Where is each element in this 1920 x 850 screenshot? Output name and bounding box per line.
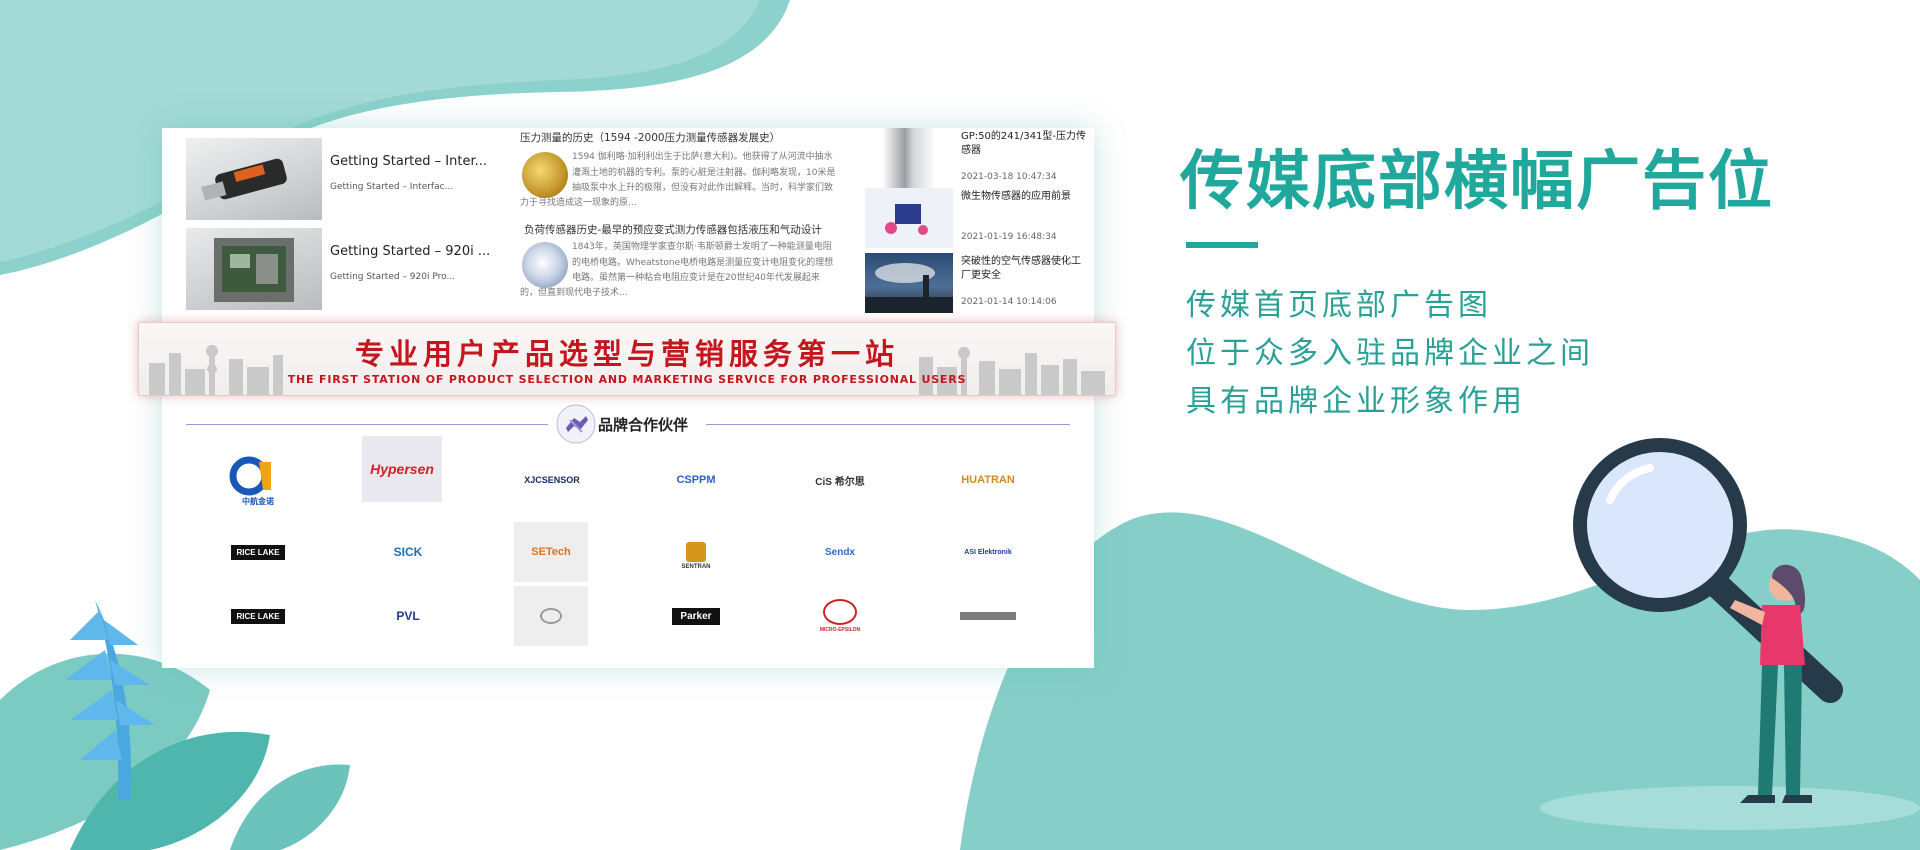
website-preview-card: Getting Started – Inter... Getting Start… (162, 128, 1094, 668)
factory-image (865, 253, 953, 313)
latest-item[interactable]: 突破性的空气传感器使化工厂更安全 2021-01-14 10:14:06 (865, 253, 1090, 313)
latest-title[interactable]: 突破性的空气传感器使化工厂更安全 (961, 255, 1089, 283)
usb-drive-image (186, 138, 322, 220)
banner-ad[interactable]: 专业用户产品选型与营销服务第一站 THE FIRST STATION OF PR… (138, 322, 1116, 396)
article-title[interactable]: 压力测量的历史（1594 -2000压力测量传感器发展史） (520, 130, 780, 145)
magnifier-glass (1573, 438, 1747, 612)
product-subtitle: Getting Started – Interfac... (330, 182, 454, 192)
partner-logo-cis[interactable]: CiS 希尔思 (800, 450, 880, 510)
divider-right (706, 424, 1070, 425)
partner-logo-huatran[interactable]: HUATRAN (948, 450, 1028, 510)
latest-date: 2021-01-19 16:48:34 (961, 232, 1057, 242)
news-section: Getting Started – Inter... Getting Start… (162, 128, 1094, 318)
handshake-icon (556, 404, 596, 444)
article-excerpt: 1594 伽利略·加利利出生于比萨(意大利)。他获得了从河流中抽水 灌溉土地的机… (572, 152, 836, 193)
product-title[interactable]: Getting Started – 920i ... (330, 244, 490, 259)
product-item[interactable]: Getting Started – 920i ... Getting Start… (186, 228, 490, 310)
banner-sub-text: THE FIRST STATION OF PRODUCT SELECTION A… (287, 373, 967, 386)
article-thumbnail (522, 242, 568, 288)
indicator-device-image (186, 228, 322, 310)
partner-logo-rice-lake-2[interactable]: RICE LAKE (218, 586, 298, 646)
ad-slot-title: 传媒底部横幅广告位 (1180, 145, 1774, 219)
article-excerpt: 1843年，英国物理学家查尔斯·韦斯顿爵士发明了一种能测量电阻 的电桥电路。Wh… (572, 242, 834, 283)
microbe-sensor-image (865, 188, 953, 248)
product-subtitle: Getting Started – 920i Pro... (330, 272, 456, 282)
description-line-1: 传媒首页底部广告图 (1186, 288, 1492, 323)
sensor-image (865, 128, 953, 188)
partners-title: 品牌合作伙伴 (598, 416, 689, 434)
description-line-3: 具有品牌企业形象作用 (1186, 384, 1526, 419)
person-shirt (1760, 605, 1805, 665)
title-underline (1186, 242, 1258, 248)
partner-logo-sendx[interactable]: Sendx (800, 522, 880, 582)
partner-logo-bar[interactable] (948, 586, 1028, 646)
article-title[interactable]: 负荷传感器历史-最早的预应变式测力传感器包括液压和气动设计 (524, 222, 822, 237)
partner-logo-rice-lake[interactable]: RICE LAKE (218, 522, 298, 582)
partner-logo-csppm[interactable]: CSPPM (656, 450, 736, 510)
partners-header: 品牌合作伙伴 (186, 404, 1070, 444)
description-line-2: 位于众多入驻品牌企业之间 (1186, 336, 1594, 371)
latest-title[interactable]: GP:50的241/341型-压力传感器 (961, 130, 1089, 158)
partner-logo-zhonghang[interactable]: 中航金诺 (218, 450, 298, 510)
product-title[interactable]: Getting Started – Inter... (330, 154, 487, 169)
partner-logo-sick[interactable]: SICK (368, 522, 448, 582)
product-item[interactable]: Getting Started – Inter... Getting Start… (186, 138, 487, 220)
floor-shadow (1540, 786, 1920, 830)
article-excerpt-tail: 的，但直到现代电子技术... (520, 288, 628, 298)
partner-logo-parker[interactable]: Parker (656, 586, 736, 646)
partner-logo-pvl[interactable]: PVL (368, 586, 448, 646)
partner-logo-asi[interactable]: ASI Elektronik (948, 522, 1028, 582)
svg-text:中航金诺: 中航金诺 (242, 496, 274, 506)
partner-logo-xjcsensor[interactable]: XJCSENSOR (512, 450, 592, 510)
divider-left (186, 424, 548, 425)
article-excerpt-tail: 力于寻找造成这一现象的原... (520, 198, 637, 208)
partner-logo-micro-epsilon[interactable]: MICRO-EPSILON (800, 586, 880, 646)
latest-title[interactable]: 微生物传感器的应用前景 (961, 190, 1089, 204)
latest-item[interactable]: 微生物传感器的应用前景 2021-01-19 16:48:34 (865, 188, 1090, 248)
banner-main-text: 专业用户产品选型与营销服务第一站 (354, 337, 899, 371)
article-thumbnail (522, 152, 568, 198)
partner-logo-sentran[interactable]: SENTRAN (656, 522, 736, 582)
latest-item[interactable]: GP:50的241/341型-压力传感器 2021-03-18 10:47:34 (865, 128, 1090, 188)
latest-date: 2021-03-18 10:47:34 (961, 172, 1057, 182)
partner-logo-circle[interactable] (514, 586, 588, 646)
partner-logo-hypersen[interactable]: Hypersen (362, 436, 442, 502)
latest-date: 2021-01-14 10:14:06 (961, 297, 1057, 307)
partner-logo-setech[interactable]: SETech (514, 522, 588, 582)
